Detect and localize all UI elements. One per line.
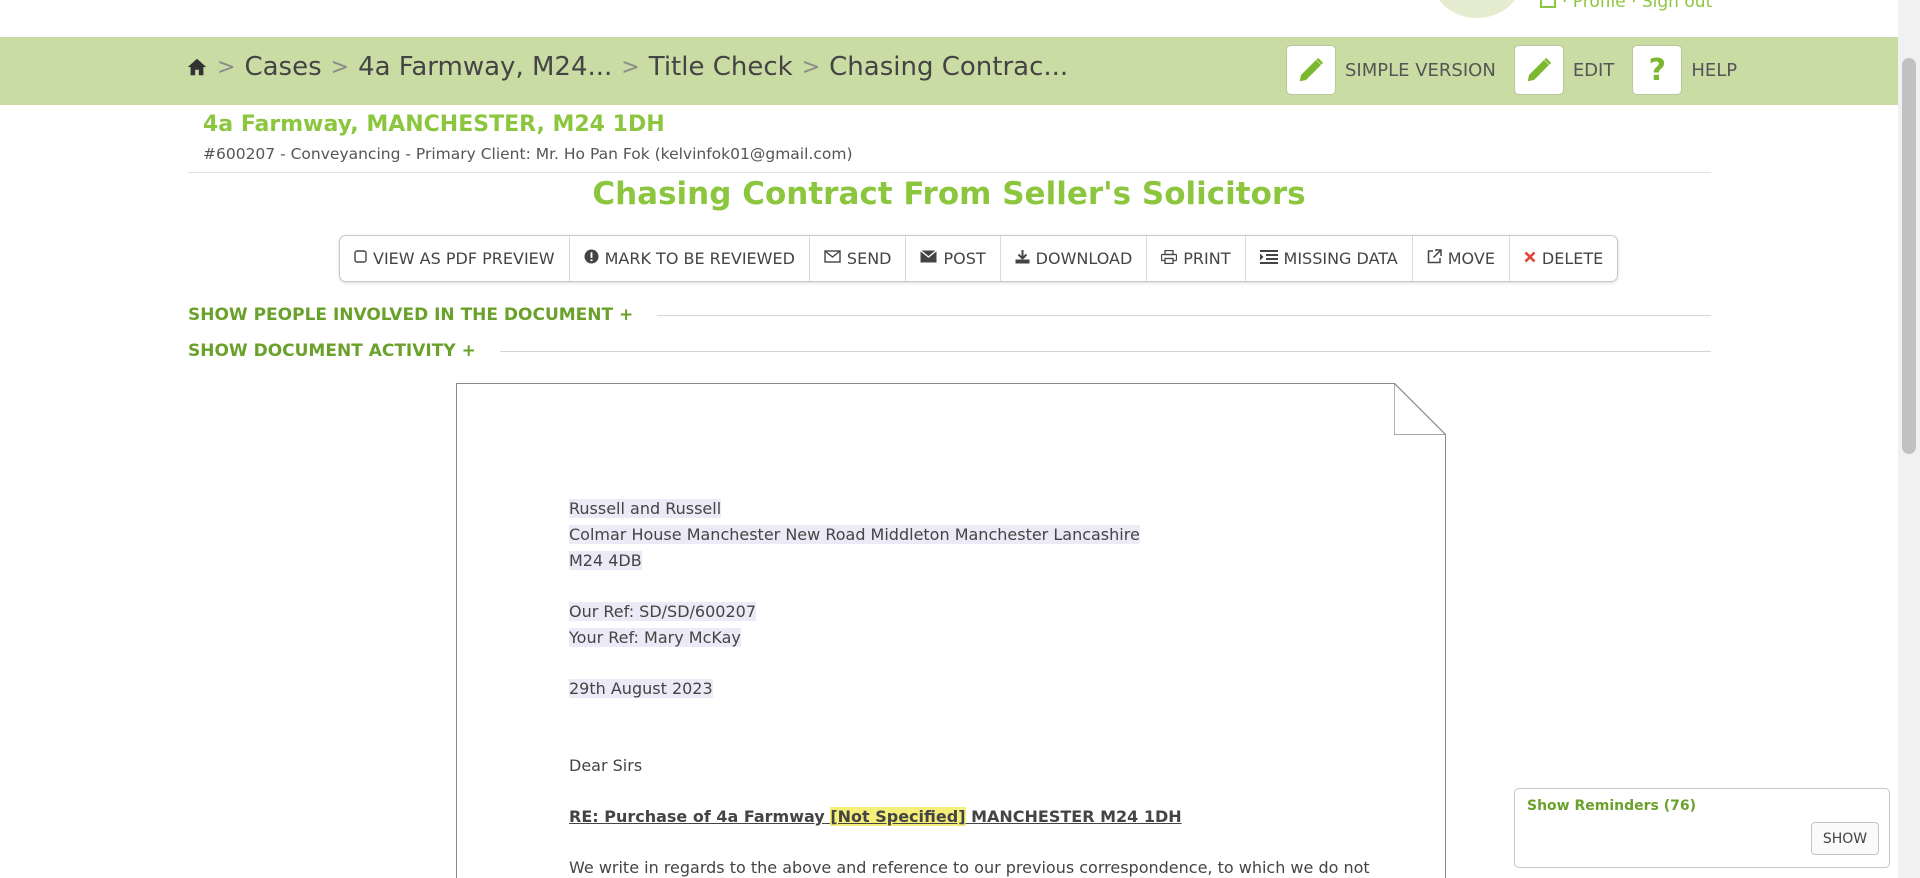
breadcrumb-title-check[interactable]: Title Check <box>649 52 793 82</box>
download-icon <box>1015 249 1030 268</box>
edit-button[interactable]: EDIT <box>1513 45 1615 95</box>
recipient-postcode[interactable]: M24 4DB <box>569 551 642 570</box>
breadcrumb-separator: > <box>330 54 350 80</box>
recipient-address[interactable]: Colmar House Manchester New Road Middlet… <box>569 525 1140 544</box>
divider <box>499 350 1711 352</box>
pencil-icon <box>1513 45 1564 95</box>
breadcrumb-case[interactable]: 4a Farmway, M24... <box>358 52 612 82</box>
letter-body: Russell and Russell Colmar House Manches… <box>569 496 1370 878</box>
exclamation-icon <box>584 249 599 268</box>
send-button[interactable]: SEND <box>810 236 907 281</box>
delete-label: DELETE <box>1541 249 1604 268</box>
question-glyph: ? <box>1648 52 1667 88</box>
breadcrumb-cases[interactable]: Cases <box>244 52 321 82</box>
document-paper: Russell and Russell Colmar House Manches… <box>456 382 1447 878</box>
show-people-row: SHOW PEOPLE INVOLVED IN THE DOCUMENT + <box>188 305 1711 325</box>
top-strip: · Profile · Sign out <box>0 0 1898 37</box>
case-subtitle: #600207 - Conveyancing - Primary Client:… <box>203 145 853 163</box>
download-button[interactable]: DOWNLOAD <box>1001 236 1148 281</box>
re-suffix: MANCHESTER M24 1DH <box>971 807 1182 826</box>
delete-button[interactable]: DELETE <box>1510 236 1617 281</box>
question-icon: ? <box>1632 45 1683 95</box>
post-label: POST <box>943 249 986 268</box>
help-label: HELP <box>1691 59 1738 81</box>
nav-bar: > Cases > 4a Farmway, M24... > Title Che… <box>0 37 1898 105</box>
document-toolbar: VIEW AS PDF PREVIEW MARK TO BE REVIEWED … <box>339 235 1619 282</box>
view-pdf-preview-label: VIEW AS PDF PREVIEW <box>373 249 555 268</box>
missing-data-button[interactable]: MISSING DATA <box>1246 236 1413 281</box>
envelope-open-icon <box>824 250 841 267</box>
post-button[interactable]: POST <box>906 236 1001 281</box>
missing-data-label: MISSING DATA <box>1283 249 1398 268</box>
external-link-icon <box>1427 249 1442 268</box>
recipient-name[interactable]: Russell and Russell <box>569 499 722 518</box>
simple-version-label: SIMPLE VERSION <box>1345 59 1496 81</box>
show-activity-link[interactable]: SHOW DOCUMENT ACTIVITY + <box>188 341 476 361</box>
square-icon <box>354 250 367 267</box>
your-ref[interactable]: Your Ref: Mary McKay <box>569 628 741 647</box>
divider <box>657 314 1711 316</box>
mark-to-be-reviewed-button[interactable]: MARK TO BE REVIEWED <box>570 236 810 281</box>
breadcrumb-separator: > <box>621 54 640 80</box>
print-button[interactable]: PRINT <box>1147 236 1246 281</box>
not-specified-field[interactable]: [Not Specified] <box>830 807 966 826</box>
scrollbar[interactable] <box>1898 0 1920 878</box>
page-fold-icon <box>1394 383 1446 435</box>
print-icon <box>1161 249 1178 268</box>
simple-version-button[interactable]: SIMPLE VERSION <box>1286 45 1496 95</box>
case-title[interactable]: 4a Farmway, MANCHESTER, M24 1DH <box>203 112 665 137</box>
re-prefix: RE: Purchase of 4a Farmway <box>569 807 825 826</box>
divider <box>188 172 1711 173</box>
letter-paragraph: We write in regards to the above and ref… <box>569 858 1370 877</box>
breadcrumb: > Cases > 4a Farmway, M24... > Title Che… <box>186 52 1068 82</box>
pencil-icon <box>1286 45 1336 95</box>
breadcrumb-separator: > <box>801 54 821 80</box>
document-title: Chasing Contract From Seller's Solicitor… <box>592 176 1306 212</box>
envelope-icon <box>1540 0 1556 8</box>
move-button[interactable]: MOVE <box>1413 236 1510 281</box>
reminders-title[interactable]: Show Reminders (76) <box>1527 798 1696 814</box>
scrollbar-thumb[interactable] <box>1902 58 1916 454</box>
list-icon <box>1259 249 1278 268</box>
print-label: PRINT <box>1183 249 1231 268</box>
download-label: DOWNLOAD <box>1035 249 1133 268</box>
view-pdf-preview-button[interactable]: VIEW AS PDF PREVIEW <box>340 236 570 281</box>
mark-to-be-reviewed-label: MARK TO BE REVIEWED <box>604 249 795 268</box>
reminders-panel: Show Reminders (76) SHOW <box>1514 788 1890 868</box>
move-label: MOVE <box>1447 249 1495 268</box>
breadcrumb-separator: > <box>217 54 236 80</box>
edit-label: EDIT <box>1572 59 1615 81</box>
nav-actions: SIMPLE VERSION EDIT ? HELP <box>1286 45 1755 95</box>
home-icon[interactable] <box>186 56 208 78</box>
our-ref[interactable]: Our Ref: SD/SD/600207 <box>569 602 756 621</box>
send-label: SEND <box>846 249 892 268</box>
show-reminders-button[interactable]: SHOW <box>1811 822 1879 855</box>
avatar[interactable] <box>1432 0 1522 18</box>
show-people-link[interactable]: SHOW PEOPLE INVOLVED IN THE DOCUMENT + <box>188 305 633 325</box>
envelope-icon <box>920 249 938 267</box>
re-line: RE: Purchase of 4a Farmway [Not Specifie… <box>569 804 1370 830</box>
profile-signout-text[interactable]: · Profile · Sign out <box>1562 0 1712 12</box>
close-icon <box>1524 251 1536 267</box>
show-activity-row: SHOW DOCUMENT ACTIVITY + <box>188 341 1711 361</box>
help-button[interactable]: ? HELP <box>1632 45 1737 95</box>
profile-signout-links[interactable]: · Profile · Sign out <box>1540 0 1712 12</box>
breadcrumb-current: Chasing Contrac... <box>829 52 1069 82</box>
salutation: Dear Sirs <box>569 756 643 775</box>
letter-date[interactable]: 29th August 2023 <box>569 679 713 698</box>
